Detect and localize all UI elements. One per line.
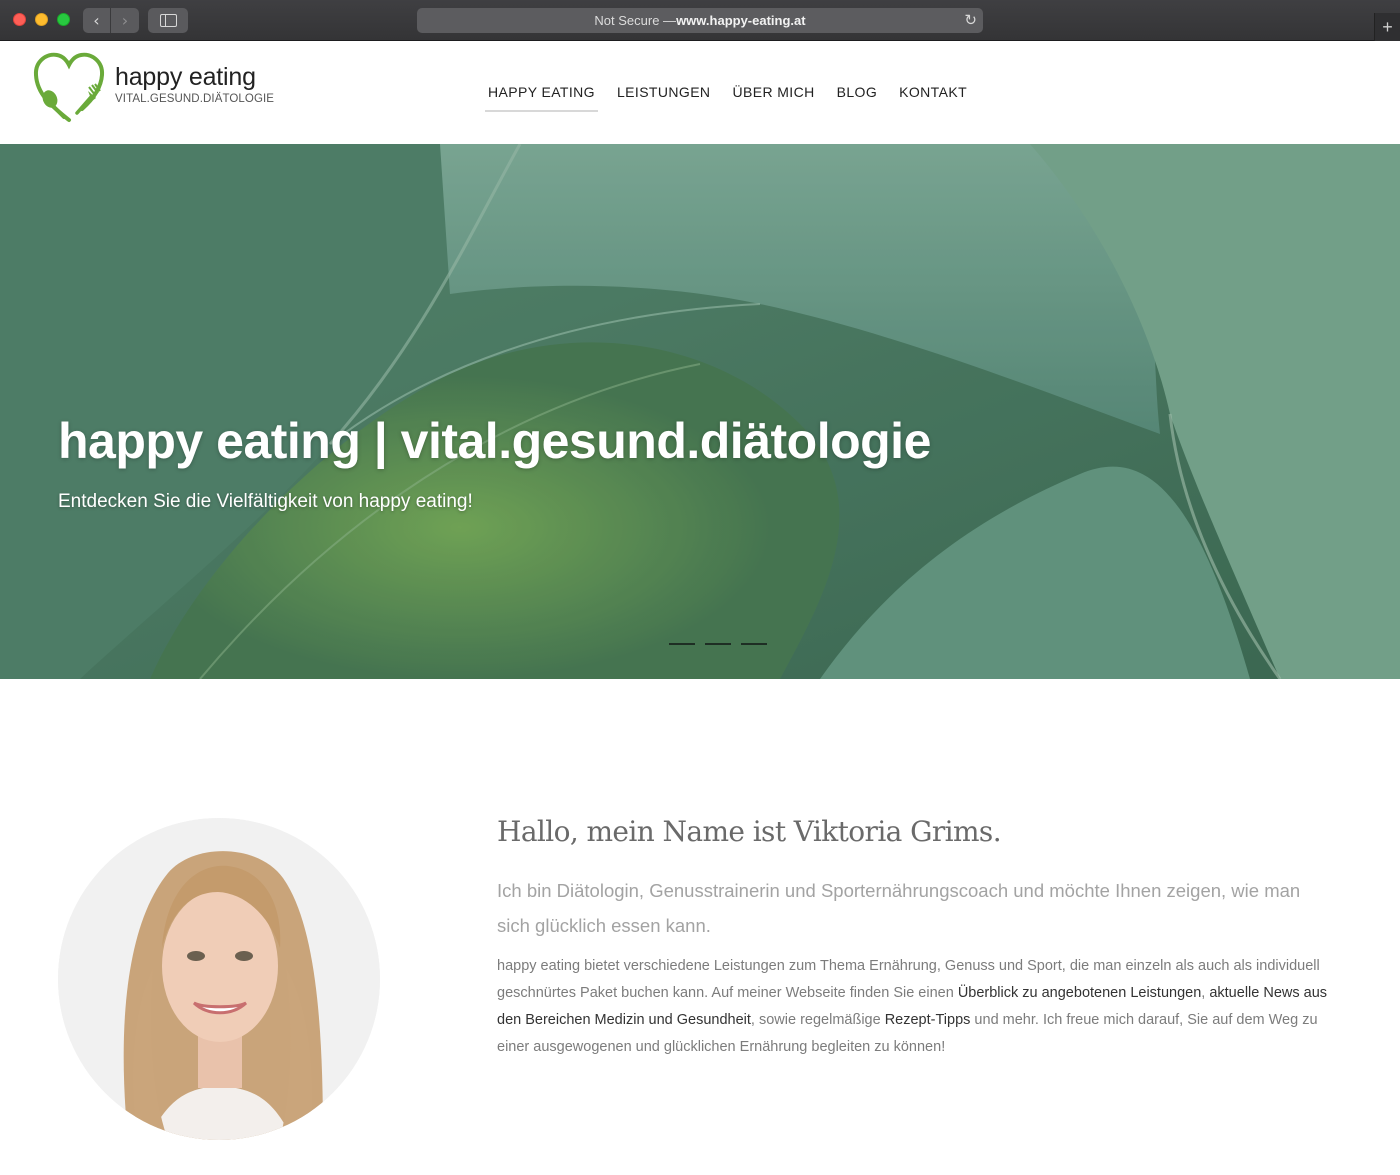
chevron-left-icon: ‹	[93, 11, 100, 30]
sidebar-icon	[159, 14, 177, 27]
logo-name: happy eating	[115, 63, 256, 91]
history-nav: ‹ ›	[83, 8, 139, 33]
address-bar[interactable]: Not Secure — www.happy-eating.at ↻	[417, 8, 983, 33]
reload-icon[interactable]: ↻	[964, 11, 977, 29]
about-lead-text: Ich bin Diätologin, Genusstrainerin und …	[497, 880, 1301, 936]
security-status: Not Secure —	[594, 13, 677, 28]
site-logo[interactable]: happy eating VITAL.GESUND.DIÄTOLOGIE	[33, 51, 275, 126]
main-navigation: HAPPY EATING LEISTUNGEN ÜBER MICH BLOG K…	[485, 84, 986, 112]
heart-logo-icon	[33, 52, 105, 122]
zoom-window-button[interactable]	[57, 13, 70, 26]
plus-icon: +	[1382, 16, 1393, 37]
new-tab-button[interactable]: +	[1374, 13, 1400, 41]
logo-tagline: VITAL.GESUND.DIÄTOLOGIE	[115, 93, 275, 105]
slider-dot[interactable]	[705, 643, 731, 645]
recipe-tips-link[interactable]: Rezept-Tipps	[885, 1012, 971, 1028]
nav-item-kontakt[interactable]: KONTAKT	[896, 84, 970, 112]
about-title: Hallo, mein Name ist Viktoria Grims.	[497, 815, 1002, 848]
hero-title: happy eating | vital.gesund.diätologie	[58, 413, 931, 469]
back-button[interactable]: ‹	[83, 8, 111, 33]
slider-dot[interactable]	[741, 643, 767, 645]
browser-titlebar: ‹ › Not Secure — www.happy-eating.at ↻ +	[0, 0, 1400, 41]
forward-button[interactable]: ›	[111, 8, 139, 33]
minimize-window-button[interactable]	[35, 13, 48, 26]
chevron-right-icon: ›	[121, 11, 129, 30]
site-header: happy eating VITAL.GESUND.DIÄTOLOGIE HAP…	[0, 41, 1400, 144]
nav-item-blog[interactable]: BLOG	[834, 84, 881, 112]
portrait-image	[58, 818, 380, 1140]
nav-item-happy-eating[interactable]: HAPPY EATING	[485, 84, 598, 112]
close-window-button[interactable]	[13, 13, 26, 26]
hero-slider: happy eating | vital.gesund.diätologie E…	[0, 144, 1400, 679]
url-host: www.happy-eating.at	[676, 13, 806, 28]
about-body-text: happy eating bietet verschiedene Leistun…	[497, 953, 1347, 1061]
hero-subtitle: Entdecken Sie die Vielfältigkeit von hap…	[58, 491, 473, 512]
slider-dot[interactable]	[669, 643, 695, 645]
portrait-photo	[58, 818, 380, 1140]
body-text-3: , sowie regelmäßige	[750, 1012, 885, 1028]
nav-item-ueber-mich[interactable]: ÜBER MICH	[729, 84, 817, 112]
slider-pagination	[669, 643, 777, 645]
sidebar-toggle-button[interactable]	[148, 8, 188, 33]
services-overview-link[interactable]: Überblick zu angebotenen Leistungen	[958, 985, 1201, 1001]
nav-item-leistungen[interactable]: LEISTUNGEN	[614, 84, 713, 112]
